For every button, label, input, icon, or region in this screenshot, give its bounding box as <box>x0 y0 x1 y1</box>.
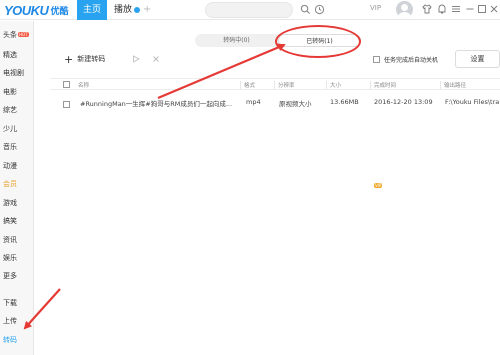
search-input[interactable] <box>212 3 282 17</box>
vip-badge: VIP <box>374 183 383 188</box>
cell-resolution: 原视频大小 <box>279 100 312 108</box>
select-all-checkbox[interactable] <box>63 81 70 88</box>
history-icon[interactable] <box>314 4 325 15</box>
sidebar-item-anime[interactable]: 动漫 <box>3 161 17 171</box>
new-transcode-label: 新建转码 <box>77 55 106 63</box>
logo-text: YOUKU <box>4 2 49 18</box>
skin-icon[interactable] <box>422 4 432 14</box>
sidebar: 头条 HOT 精选 电视剧 电影 综艺 少儿 音乐 动漫 会员 VIP 游戏 搞笑 … <box>0 21 383 355</box>
search-icon[interactable] <box>300 4 311 15</box>
column-header-name[interactable]: 名称 <box>75 81 89 89</box>
sidebar-item-music[interactable]: 音乐 <box>3 142 17 152</box>
search-box[interactable] <box>205 2 293 18</box>
sidebar-item-tv[interactable]: 电视剧 <box>3 68 24 78</box>
nav-home-tab[interactable]: 主页 <box>77 0 107 20</box>
row-checkbox[interactable] <box>63 101 70 108</box>
column-header-finish-time[interactable]: 完成时间 <box>370 81 396 89</box>
vip-label[interactable]: VIP <box>370 4 381 12</box>
top-bar: YOUKU 优酷 主页 播放 + VIP <box>0 0 500 20</box>
window-controls <box>422 4 500 15</box>
cell-name: #RunningMan一生挥#狗哥与RM成员们一起向成... <box>80 100 233 108</box>
logo-cn-text: 优酷 <box>50 6 69 17</box>
maximize-icon[interactable] <box>477 4 487 14</box>
column-header-size[interactable]: 大小 <box>326 81 341 89</box>
sidebar-item-transcode[interactable]: 转码 <box>3 335 17 345</box>
message-icon[interactable] <box>437 4 447 14</box>
menu-icon[interactable] <box>451 4 461 14</box>
avatar-body-shape <box>398 12 411 18</box>
annotation-circle <box>275 25 361 58</box>
new-transcode-button[interactable]: + 新建转码 <box>64 53 105 65</box>
auto-shutdown-label: 任务完成后自动关机 <box>384 57 439 64</box>
sidebar-item-label: 会员 <box>3 180 17 188</box>
sidebar-item-news[interactable]: 资讯 <box>3 235 17 245</box>
table-row[interactable]: #RunningMan一生挥#狗哥与RM成员们一起向成... mp4 原视频大小… <box>50 95 500 113</box>
cell-output-path: F:\Youku Files\tra <box>445 98 500 106</box>
sidebar-item-movie[interactable]: 电影 <box>3 87 17 97</box>
sidebar-item-upload[interactable]: 上传 <box>3 316 17 326</box>
hot-badge: HOT <box>18 32 29 37</box>
close-icon[interactable] <box>489 4 499 14</box>
auto-shutdown-checkbox[interactable] <box>373 56 380 63</box>
cell-size: 13.66MB <box>330 98 359 106</box>
sidebar-item-member[interactable]: 会员 VIP <box>3 179 383 189</box>
youku-app-window: YOUKU 优酷 主页 播放 + VIP 头条 HOT 精选 电视剧 电影 综艺… <box>0 0 500 355</box>
delete-icon[interactable] <box>152 55 160 63</box>
table-header: 名称 格式 分辨率 大小 完成时间 输出路径 <box>50 78 500 90</box>
sidebar-item-label: 头条 <box>3 31 17 39</box>
sidebar-item-entertainment[interactable]: 娱乐 <box>3 253 17 263</box>
column-header-format[interactable]: 格式 <box>240 81 255 89</box>
play-icon[interactable] <box>132 55 140 63</box>
sidebar-item-headlines[interactable]: 头条 HOT <box>3 30 29 40</box>
nav-play-tab[interactable]: 播放 <box>114 0 132 20</box>
cell-finish-time: 2016-12-20 13:09 <box>374 98 433 106</box>
sidebar-item-games[interactable]: 游戏 <box>3 198 17 208</box>
minimize-icon[interactable] <box>465 4 475 14</box>
avatar-head-shape <box>401 4 408 11</box>
add-tab-button[interactable]: + <box>143 0 151 19</box>
cell-format: mp4 <box>246 98 261 106</box>
sidebar-item-funny[interactable]: 搞笑 <box>3 216 17 226</box>
sidebar-item-more[interactable]: 更多 <box>3 271 17 281</box>
play-indicator-dot <box>134 7 140 13</box>
youku-logo[interactable]: YOUKU 优酷 <box>4 2 69 18</box>
arrow-to-transcoded-tab <box>157 43 286 100</box>
user-avatar[interactable] <box>396 1 413 18</box>
sidebar-item-kids[interactable]: 少儿 <box>3 124 17 134</box>
column-header-output-path[interactable]: 输出路径 <box>440 81 466 89</box>
sidebar-item-variety[interactable]: 综艺 <box>3 105 17 115</box>
tab-transcoding[interactable]: 转码中(0) <box>195 34 278 47</box>
sidebar-item-featured[interactable]: 精选 <box>3 50 17 60</box>
settings-button[interactable]: 设置 <box>455 50 500 68</box>
sidebar-item-download[interactable]: 下载 <box>3 298 17 308</box>
column-header-resolution[interactable]: 分辨率 <box>274 81 295 89</box>
plus-icon: + <box>64 52 74 66</box>
